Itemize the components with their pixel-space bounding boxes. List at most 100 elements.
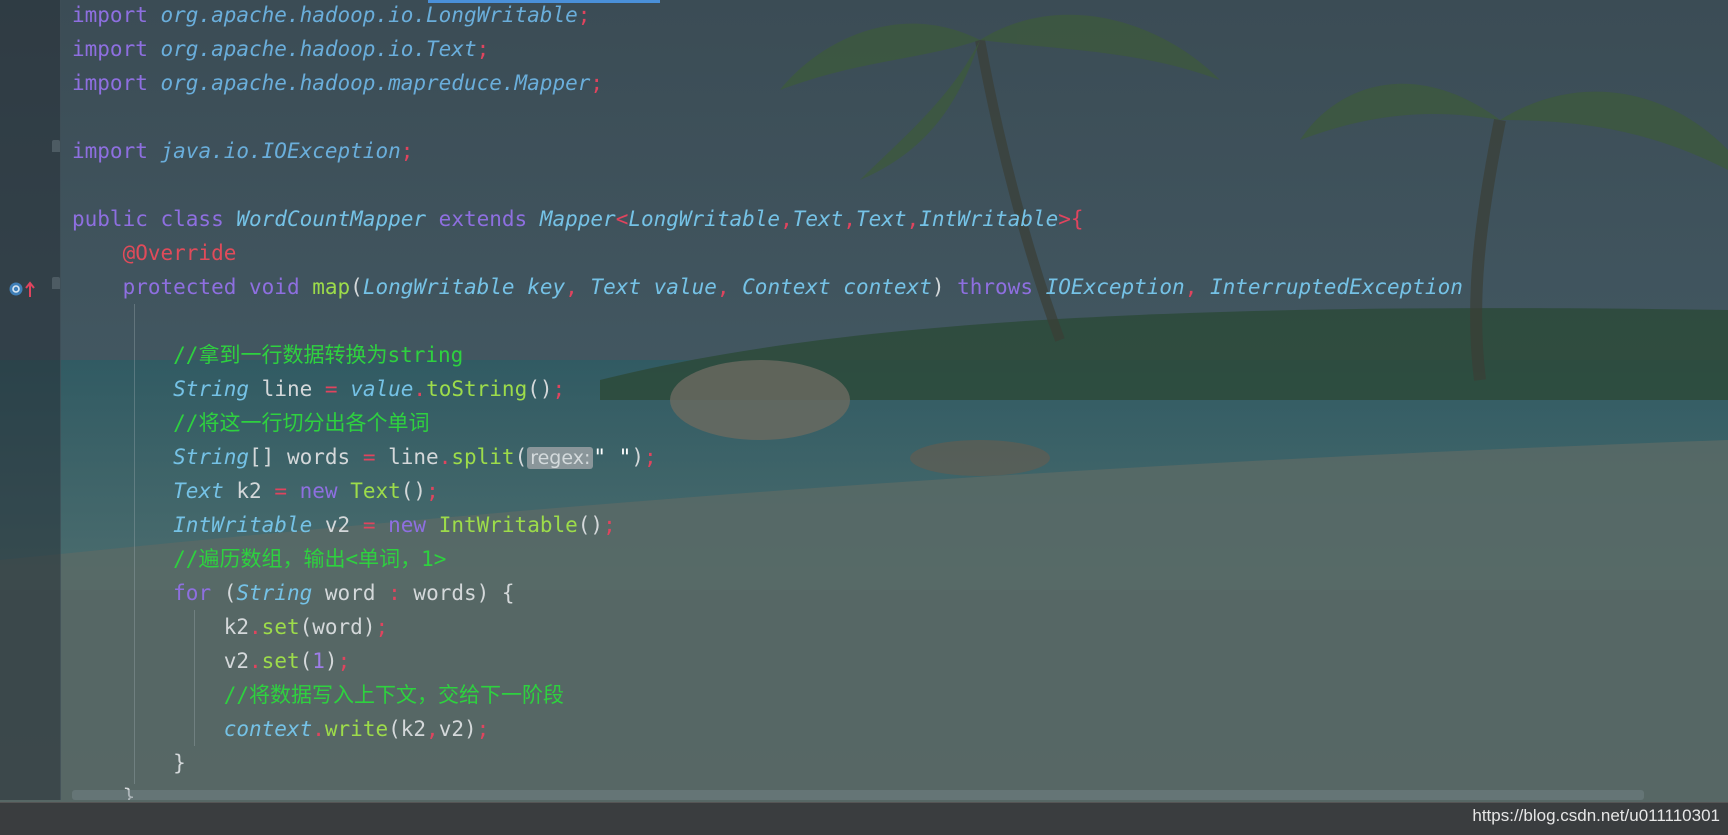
code-line[interactable]: protected void map(LongWritable key, Tex… <box>72 270 1463 304</box>
code-line[interactable]: String[] words = line.split(regex: " "); <box>72 440 657 474</box>
code-line[interactable]: //将数据写入上下文，交给下一阶段 <box>72 678 564 712</box>
code-token: , <box>565 275 591 299</box>
editor-gutter <box>0 0 61 800</box>
code-token: . <box>413 377 427 401</box>
code-token: ( <box>223 581 237 605</box>
code-token: [] words <box>249 445 363 469</box>
code-token: String <box>173 377 262 401</box>
code-token: , <box>426 717 439 741</box>
code-token: . <box>249 615 262 639</box>
watermark-url: https://blog.csdn.net/u011110301 <box>1472 806 1720 825</box>
code-token: //遍历数组，输出<单词，1> <box>173 547 447 571</box>
code-line[interactable]: //拿到一行数据转换为string <box>72 338 463 372</box>
code-token: org.apache.hadoop.mapreduce.Mapper <box>160 71 591 95</box>
code-token: , <box>1184 275 1210 299</box>
code-token: ; <box>603 513 616 537</box>
code-token: set <box>261 615 300 639</box>
code-token: toString <box>426 377 528 401</box>
fold-marker[interactable] <box>52 277 60 289</box>
code-token: Mapper <box>539 207 616 231</box>
code-token: v2) <box>438 717 477 741</box>
code-token: ; <box>552 377 566 401</box>
code-line[interactable]: import org.apache.hadoop.io.Text; <box>72 32 489 66</box>
code-token: line <box>388 445 439 469</box>
code-line[interactable]: v2.set(1); <box>72 644 351 678</box>
horizontal-scrollbar[interactable] <box>72 790 1644 800</box>
code-token: line <box>261 377 325 401</box>
code-token: ( <box>299 649 313 673</box>
code-token: //将数据写入上下文，交给下一阶段 <box>223 683 565 707</box>
code-token: words) { <box>413 581 515 605</box>
code-token: < <box>615 207 629 231</box>
code-token: 1 <box>312 649 325 673</box>
code-token: = <box>362 513 389 537</box>
code-token: v2 <box>324 513 363 537</box>
code-line[interactable]: String line = value.toString(); <box>72 372 565 406</box>
code-token: ; <box>577 3 591 27</box>
code-token: Context context <box>742 275 932 299</box>
code-line[interactable]: for (String word : words) { <box>72 576 515 610</box>
code-editor[interactable]: import org.apache.hadoop.io.LongWritable… <box>72 0 1728 800</box>
code-token: extends <box>438 207 540 231</box>
code-token: IOException <box>1045 275 1185 299</box>
code-token: { <box>1070 207 1084 231</box>
code-token: = <box>274 479 300 503</box>
code-token: k2 <box>236 479 275 503</box>
code-line[interactable]: import org.apache.hadoop.io.LongWritable… <box>72 0 590 32</box>
code-token: import <box>72 71 161 95</box>
code-token: set <box>261 649 300 673</box>
code-token: Text <box>855 207 907 231</box>
code-line[interactable]: context.write(k2,v2); <box>72 712 490 746</box>
fold-marker[interactable] <box>52 140 60 152</box>
code-token: new <box>388 513 439 537</box>
code-line[interactable]: public class WordCountMapper extends Map… <box>72 202 1084 236</box>
code-token: value <box>350 377 414 401</box>
code-token: ; <box>426 479 439 503</box>
code-token: ( <box>350 275 363 299</box>
code-line[interactable]: } <box>72 746 186 780</box>
code-token: . <box>438 445 452 469</box>
code-line[interactable]: Text k2 = new Text(); <box>72 474 439 508</box>
code-token: } <box>72 751 186 775</box>
code-line[interactable]: //遍历数组，输出<单词，1> <box>72 542 446 576</box>
code-token: IntWritable <box>438 513 578 537</box>
code-line[interactable]: import org.apache.hadoop.mapreduce.Mappe… <box>72 66 603 100</box>
code-token: ; <box>476 37 490 61</box>
code-token: import <box>72 37 161 61</box>
code-token: write <box>324 717 389 741</box>
code-token: ) <box>631 445 644 469</box>
code-token: () <box>577 513 604 537</box>
code-token: InterruptedException <box>1210 275 1463 299</box>
code-token: String <box>236 581 325 605</box>
code-token: ( <box>514 445 528 469</box>
code-token: WordCountMapper <box>236 207 439 231</box>
code-token: = <box>362 445 389 469</box>
code-token: //拿到一行数据转换为string <box>173 343 464 367</box>
code-token: Text <box>350 479 401 503</box>
code-line[interactable]: //将这一行切分出各个单词 <box>72 406 429 440</box>
code-token: Text <box>792 207 844 231</box>
code-token: for <box>173 581 224 605</box>
code-line[interactable]: import java.io.IOException; <box>72 134 413 168</box>
code-token: " " <box>593 445 632 469</box>
code-token: word <box>324 581 389 605</box>
code-line[interactable]: @Override <box>72 236 237 270</box>
code-line[interactable]: IntWritable v2 = new IntWritable(); <box>72 508 616 542</box>
code-token: map <box>312 275 351 299</box>
code-token: , <box>906 207 920 231</box>
code-token: , <box>716 275 743 299</box>
override-method-icon[interactable] <box>8 279 38 299</box>
code-token: (word) <box>299 615 376 639</box>
code-line[interactable]: k2.set(word); <box>72 610 388 644</box>
code-token: org.apache.hadoop.io.LongWritable <box>160 3 578 27</box>
code-token: IntWritable <box>919 207 1059 231</box>
code-token: LongWritable key <box>362 275 566 299</box>
